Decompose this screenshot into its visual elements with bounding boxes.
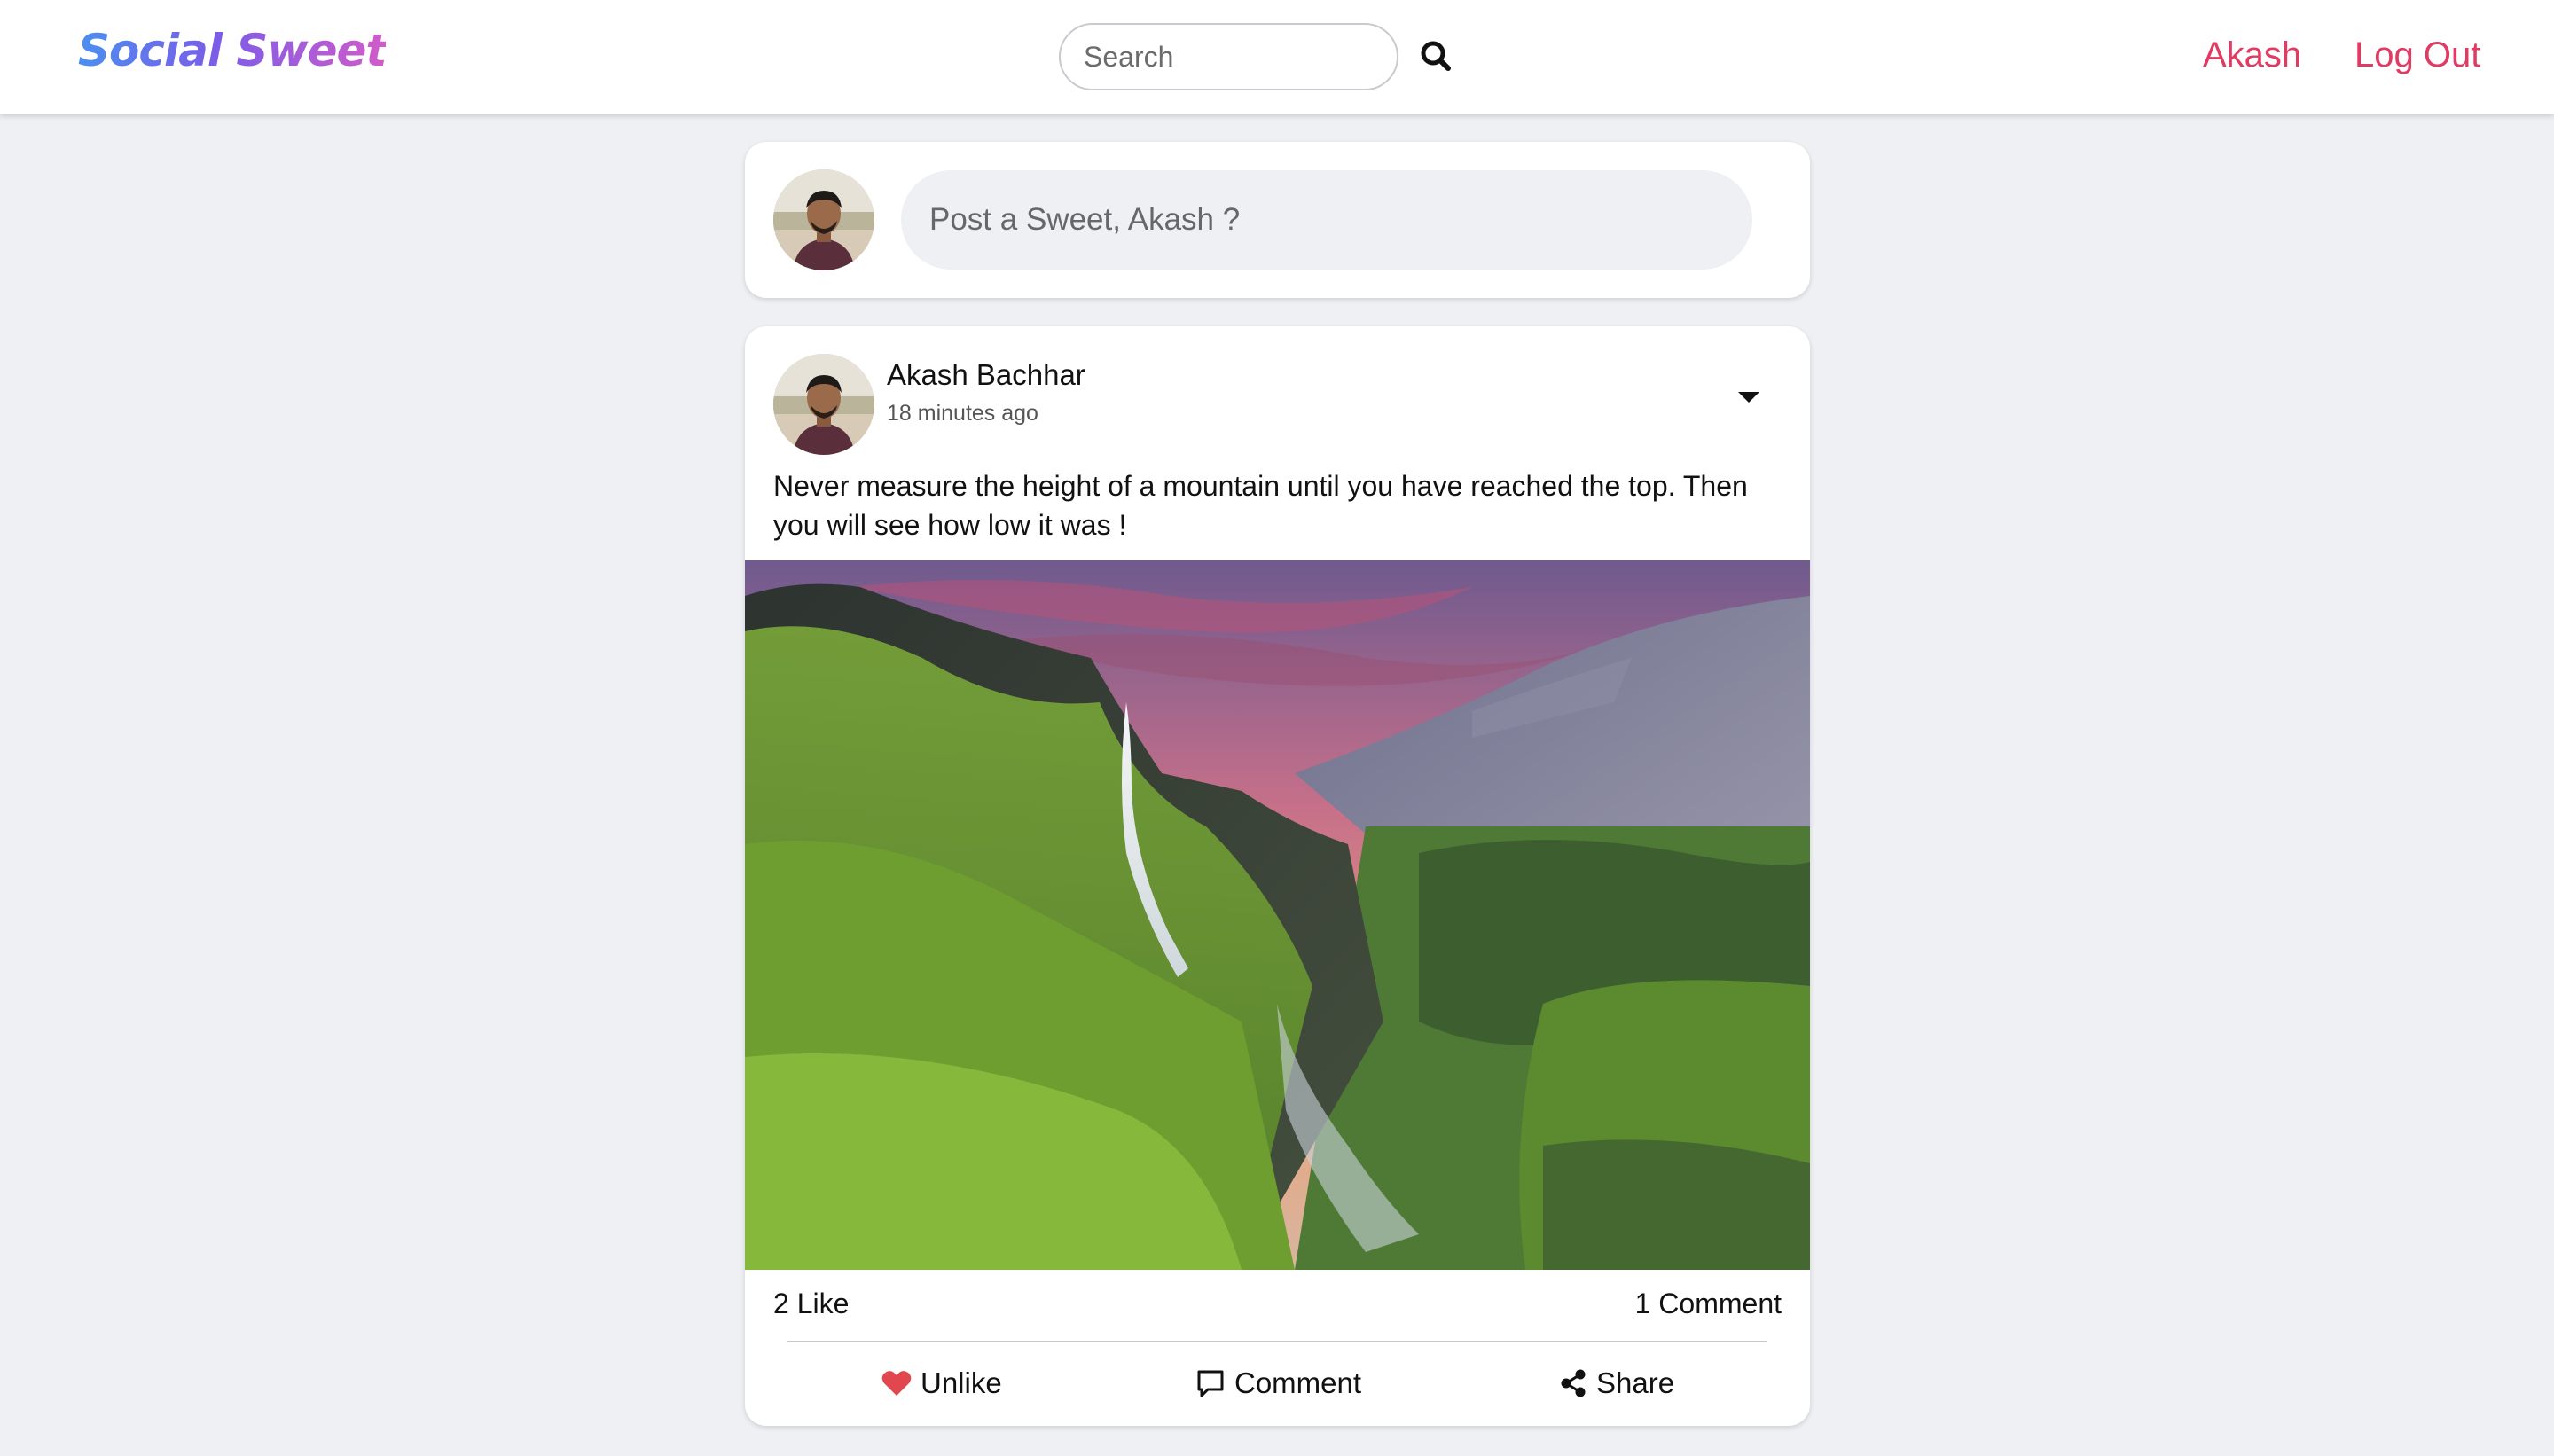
caret-down-icon[interactable] <box>1727 380 1770 415</box>
share-button[interactable]: Share <box>1559 1358 1674 1408</box>
profile-link[interactable]: Akash <box>2203 35 2301 75</box>
post-timestamp: 18 minutes ago <box>887 401 1038 426</box>
logout-link[interactable]: Log Out <box>2354 35 2480 75</box>
navbar: Social Sweet Akash Log Out <box>0 0 2554 114</box>
post-text: Never measure the height of a mountain u… <box>773 470 1748 541</box>
like-count[interactable]: 2 Like <box>773 1288 849 1320</box>
post-composer: Post a Sweet, Akash ? <box>745 142 1810 298</box>
composer-input[interactable]: Post a Sweet, Akash ? <box>901 170 1752 270</box>
unlike-button[interactable]: Unlike <box>881 1358 1002 1408</box>
heart-icon <box>881 1369 912 1397</box>
share-label: Share <box>1596 1366 1675 1399</box>
search-input[interactable] <box>1061 25 1397 89</box>
logo[interactable]: Social Sweet <box>78 25 387 76</box>
share-icon <box>1559 1368 1587 1398</box>
post-image[interactable] <box>745 560 1810 1270</box>
search-box <box>1059 23 1398 90</box>
avatar[interactable] <box>773 169 874 270</box>
post-card: Akash Bachhar 18 minutes ago Never measu… <box>745 326 1810 1426</box>
search-icon[interactable] <box>1417 37 1456 76</box>
comment-icon <box>1195 1368 1226 1398</box>
comment-button[interactable]: Comment <box>1195 1358 1361 1408</box>
unlike-label: Unlike <box>921 1366 1002 1399</box>
divider <box>787 1341 1767 1342</box>
avatar[interactable] <box>773 354 874 455</box>
comment-label: Comment <box>1234 1366 1362 1399</box>
post-author[interactable]: Akash Bachhar <box>887 358 1085 392</box>
comment-count[interactable]: 1 Comment <box>1635 1288 1782 1320</box>
